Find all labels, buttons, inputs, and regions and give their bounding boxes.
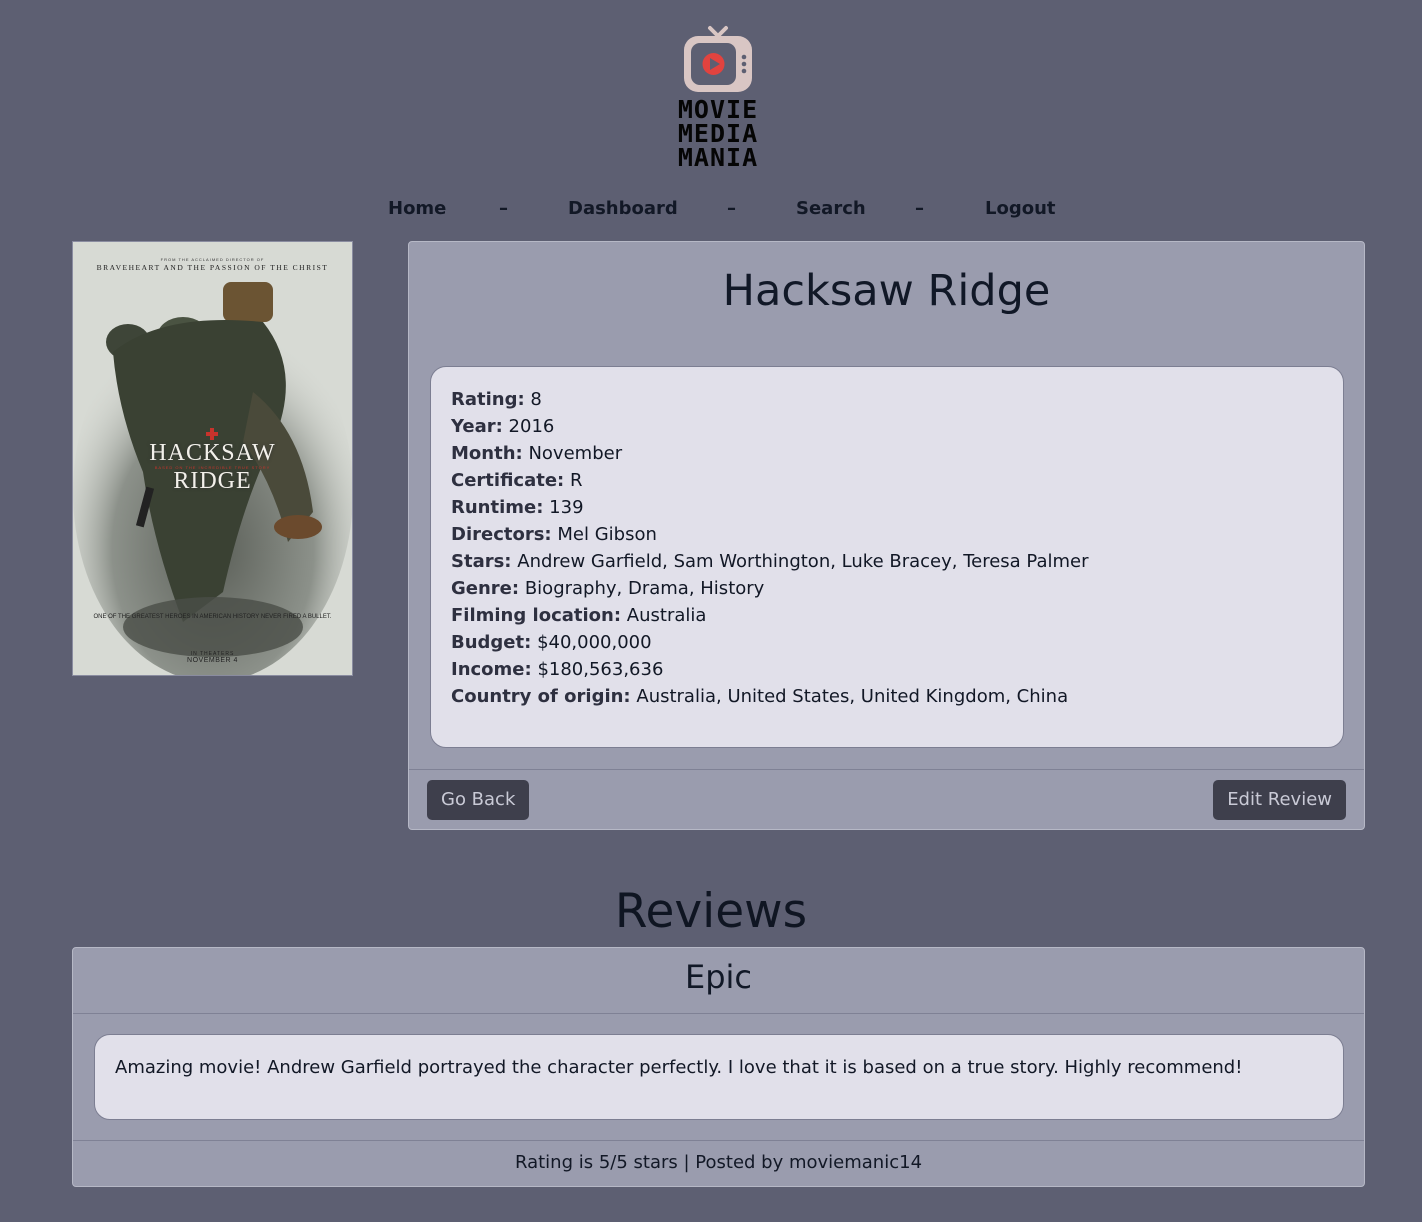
movie-info-panel: Rating: 8 Year: 2016 Month: November Cer… (430, 366, 1344, 748)
poster-release-line-2: NOVEMBER 4 (187, 657, 238, 664)
logo-wordmark: MOVIE MEDIA MANIA (663, 97, 773, 172)
info-row-runtime: Runtime: 139 (451, 494, 1323, 521)
nav-separator: – (499, 198, 508, 219)
reviews-heading: Reviews (614, 884, 808, 939)
nav-dashboard-link[interactable]: Dashboard (568, 198, 678, 219)
info-value: R (569, 470, 583, 491)
movie-title: Hacksaw Ridge (722, 266, 1051, 316)
info-value: 139 (549, 497, 584, 518)
info-label: Income: (451, 659, 532, 680)
nav-search-link[interactable]: Search (796, 198, 866, 219)
review-footer: Rating is 5/5 stars | Posted by movieman… (73, 1140, 1364, 1187)
info-value: November (528, 443, 623, 464)
go-back-button[interactable]: Go Back (427, 780, 530, 820)
info-value: Biography, Drama, History (524, 578, 765, 599)
info-row-country-of-origin: Country of origin: Australia, United Sta… (451, 683, 1323, 710)
poster-title-line-1: HACKSAW (149, 440, 276, 466)
info-label: Genre: (451, 578, 520, 599)
nav-logout-link[interactable]: Logout (985, 198, 1056, 219)
info-row-genre: Genre: Biography, Drama, History (451, 575, 1323, 602)
site-logo[interactable]: MOVIE MEDIA MANIA (663, 24, 773, 170)
info-row-rating: Rating: 8 (451, 386, 1323, 413)
info-value: Mel Gibson (557, 524, 657, 545)
poster-title-line-2: RIDGE (173, 468, 252, 494)
info-label: Month: (451, 443, 523, 464)
info-label: Stars: (451, 551, 512, 572)
tv-play-icon (684, 26, 752, 92)
info-value: Australia, United States, United Kingdom… (636, 686, 1069, 707)
info-value: $180,563,636 (537, 659, 664, 680)
info-row-budget: Budget: $40,000,000 (451, 629, 1323, 656)
info-row-year: Year: 2016 (451, 413, 1323, 440)
card-footer: Go Back Edit Review (409, 769, 1364, 830)
info-label: Country of origin: (451, 686, 631, 707)
info-label: Certificate: (451, 470, 565, 491)
logo-line-3: MANIA (677, 143, 759, 172)
movie-poster: FROM THE ACCLAIMED DIRECTOR OF BRAVEHEAR… (72, 241, 353, 676)
info-value: $40,000,000 (537, 632, 652, 653)
info-row-month: Month: November (451, 440, 1323, 467)
review-card: Epic Amazing movie! Andrew Garfield port… (72, 947, 1365, 1187)
review-title: Epic (73, 948, 1364, 1014)
info-row-certificate: Certificate: R (451, 467, 1323, 494)
info-value: Australia (626, 605, 707, 626)
poster-credits-line: BRAVEHEART AND THE PASSION OF THE CHRIST (96, 263, 329, 272)
info-row-stars: Stars: Andrew Garfield, Sam Worthington,… (451, 548, 1323, 575)
info-row-directors: Directors: Mel Gibson (451, 521, 1323, 548)
info-label: Directors: (451, 524, 552, 545)
info-label: Budget: (451, 632, 532, 653)
info-label: Rating: (451, 389, 525, 410)
nav-separator: – (727, 198, 736, 219)
info-value: 2016 (508, 416, 555, 437)
main-nav: Home – Dashboard – Search – Logout (0, 198, 1422, 222)
movie-detail-card: Hacksaw Ridge Rating: 8 Year: 2016 Month… (408, 241, 1365, 830)
info-row-filming-location: Filming location: Australia (451, 602, 1323, 629)
info-label: Runtime: (451, 497, 544, 518)
info-value: 8 (530, 389, 542, 410)
nav-home-link[interactable]: Home (388, 198, 446, 219)
info-label: Year: (451, 416, 503, 437)
edit-review-button[interactable]: Edit Review (1213, 780, 1346, 820)
poster-tagline: FROM THE ACCLAIMED DIRECTOR OF (160, 257, 265, 262)
review-body: Amazing movie! Andrew Garfield portrayed… (94, 1034, 1344, 1120)
info-row-income: Income: $180,563,636 (451, 656, 1323, 683)
info-value: Andrew Garfield, Sam Worthington, Luke B… (517, 551, 1089, 572)
poster-bottom-tagline: ONE OF THE GREATEST HEROES IN AMERICAN H… (93, 614, 332, 620)
nav-separator: – (915, 198, 924, 219)
info-label: Filming location: (451, 605, 622, 626)
